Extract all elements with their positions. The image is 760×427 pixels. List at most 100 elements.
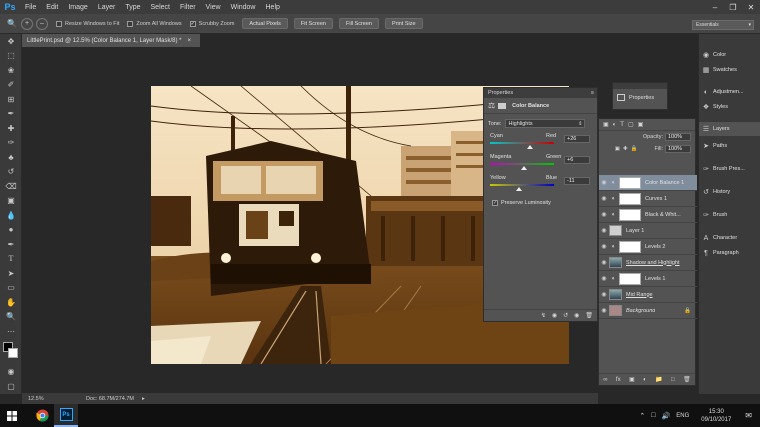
slider-value-field[interactable]: +26 [564,135,590,143]
fill-screen-button[interactable]: Fill Screen [339,18,379,29]
dock-paragraph[interactable]: ¶ Paragraph [699,246,760,260]
volume-icon[interactable]: 🔊 [662,412,671,420]
reset-icon[interactable]: ↺ [563,312,568,319]
visibility-eye-icon[interactable]: ◉ [599,259,609,266]
photoshop-taskbar-icon[interactable]: Ps [54,404,78,427]
dock-styles[interactable]: ❖ Styles [699,100,760,114]
dock-color[interactable]: ◉ Color [699,48,760,62]
filter-smart-icon[interactable]: ▣ [638,121,644,128]
trash-icon[interactable]: 🗑 [585,312,593,319]
menu-image[interactable]: Image [63,4,92,11]
visibility-eye-icon[interactable]: ◉ [599,195,609,202]
slider-knob[interactable] [520,166,527,170]
layer-row[interactable]: ◉ Layer 1 [599,223,697,239]
chrome-icon[interactable] [30,404,54,427]
marquee-tool-icon[interactable]: ⬚ [0,49,22,64]
slider-value-field[interactable]: +6 [564,156,590,164]
layer-mask-thumbnail[interactable] [619,240,641,253]
quick-mask-icon[interactable]: ◉ [0,365,22,380]
slider-knob[interactable] [515,187,522,191]
menu-view[interactable]: View [201,4,226,11]
zoom-in-icon[interactable]: + [21,17,33,30]
layer-thumbnail[interactable] [609,305,622,316]
gradient-tool-icon[interactable]: ▣ [0,194,22,209]
layer-row[interactable]: ◉ ◐ Color Balance 1 [599,175,697,191]
document-tab[interactable]: LittlePrint.psd @ 12.5% (Color Balance 1… [22,34,200,47]
layer-row[interactable]: ◉ Shadow and Highlight [599,255,697,271]
layer-thumbnail[interactable] [609,289,622,300]
visibility-eye-icon[interactable]: ◉ [599,179,609,186]
view-previous-icon[interactable]: ◉ [552,312,557,319]
zoom-readout[interactable]: 12.5% [22,396,60,402]
layer-row[interactable]: ◉ ◐ Levels 2 [599,239,697,255]
menu-select[interactable]: Select [146,4,175,11]
slider-knob[interactable] [527,145,534,149]
crop-tool-icon[interactable]: ⊞ [0,92,22,107]
panel-menu-icon[interactable]: ≡ [591,90,594,96]
layer-thumbnail[interactable] [609,225,622,236]
filter-shape-icon[interactable]: ▢ [628,121,634,128]
layer-mask-thumbnail[interactable] [619,176,641,189]
visibility-eye-icon[interactable]: ◉ [599,275,609,282]
pen-tool-icon[interactable]: ✒ [0,237,22,252]
screen-mode-icon[interactable]: ▢ [0,379,22,394]
blur-tool-icon[interactable]: 💧 [0,208,22,223]
workspace-select[interactable]: Essentials ▾ [692,20,754,30]
path-selection-tool-icon[interactable]: ➤ [0,266,22,281]
menu-file[interactable]: File [20,4,41,11]
layer-row[interactable]: ◉ ◐ Curves 1 [599,191,697,207]
checkbox-checked[interactable]: ✓ [492,200,498,206]
dock-swatches[interactable]: ▦ Swatches [699,63,760,77]
dock-paths[interactable]: ➤ Paths [699,139,760,153]
mask-icon[interactable] [498,102,507,109]
dock-layers[interactable]: ☰ Layers [699,122,760,136]
dock-adjustments[interactable]: ◐ Adjustmen... [699,85,760,99]
close-icon[interactable]: ✕ [742,0,760,14]
clock[interactable]: 15:30 09/10/2017 [701,408,731,424]
zoom-out-icon[interactable]: – [36,17,48,30]
lasso-tool-icon[interactable]: ❀ [0,63,22,78]
filter-adjust-icon[interactable]: ◐ [613,122,617,128]
chevron-right-icon[interactable]: ▸ [142,396,145,402]
dock-brush[interactable]: ✑ Brush [699,208,760,222]
slider-value-field[interactable]: -11 [564,177,590,185]
dock-brush-presets[interactable]: ✑ Brush Pres... [699,162,760,176]
restore-icon[interactable]: ❐ [724,0,742,14]
layer-row[interactable]: ◉ ◐ Black & Whit... [599,207,697,223]
new-group-icon[interactable]: 📁 [655,376,662,383]
eyedropper-tool-icon[interactable]: ✒ [0,107,22,122]
fill-field[interactable]: 100% [665,145,691,153]
clip-to-layer-icon[interactable]: ↯ [541,312,546,319]
dodge-tool-icon[interactable]: ● [0,223,22,238]
resize-windows-checkbox[interactable]: Resize Windows to Fit [56,20,119,27]
layer-row[interactable]: ◉ Mid Range [599,287,697,303]
link-layers-icon[interactable]: ∞ [603,377,607,383]
quick-select-tool-icon[interactable]: ✐ [0,78,22,93]
visibility-eye-icon[interactable]: ◉ [599,243,609,250]
visibility-eye-icon[interactable]: ◉ [599,211,609,218]
notifications-icon[interactable]: ✉ [745,411,752,420]
slider-track[interactable] [490,163,554,165]
trash-icon[interactable]: 🗑 [683,376,691,383]
close-tab-icon[interactable]: × [188,38,192,44]
slider-track[interactable] [490,184,554,186]
fit-screen-button[interactable]: Fit Screen [293,18,333,29]
dock-history[interactable]: ↺ History [699,185,760,199]
opacity-field[interactable]: 100% [665,133,691,141]
color-swatches[interactable] [0,339,21,365]
menu-edit[interactable]: Edit [41,4,63,11]
move-tool-icon[interactable]: ✥ [0,34,22,49]
properties-mini-panel[interactable]: Properties [612,82,668,110]
lock-icons[interactable]: ▣✚🔒 [615,146,641,152]
brush-tool-icon[interactable]: ✑ [0,136,22,151]
healing-brush-tool-icon[interactable]: ✚ [0,121,22,136]
minimize-icon[interactable]: – [706,0,724,14]
visibility-eye-icon[interactable]: ◉ [599,291,609,298]
language-indicator[interactable]: ENG [676,413,689,419]
print-size-button[interactable]: Print Size [384,18,423,29]
filter-image-icon[interactable]: ▣ [603,121,609,128]
layer-mask-thumbnail[interactable] [619,208,641,221]
new-adjustment-icon[interactable]: ◐ [643,377,647,383]
scrubby-zoom-checkbox[interactable]: ✓ Scrubby Zoom [189,20,234,27]
layer-row[interactable]: ◉ ◐ Levels 1 [599,271,697,287]
